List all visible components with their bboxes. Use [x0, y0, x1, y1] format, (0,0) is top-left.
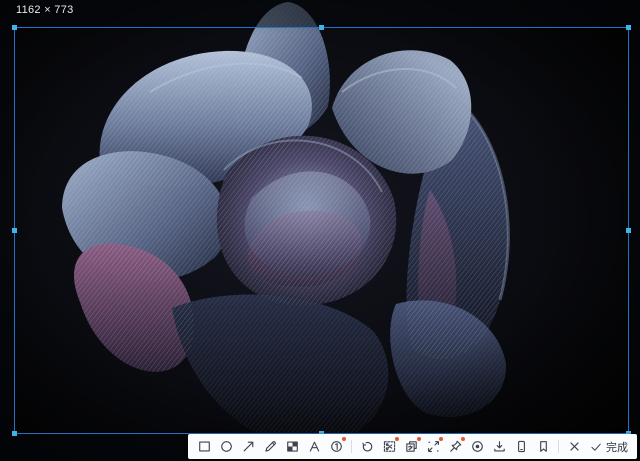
- close-icon: [567, 439, 582, 454]
- notification-badge: [417, 437, 421, 441]
- extract-text-ocr-button[interactable]: [423, 436, 443, 457]
- arrow-icon: [241, 439, 256, 454]
- notification-badge: [342, 437, 346, 441]
- check-icon: [589, 440, 603, 454]
- toolbar-separator: [558, 440, 559, 453]
- screenshot-overlay: 1162 × 773: [0, 0, 640, 461]
- screen-record-crop-button[interactable]: [379, 436, 399, 457]
- bookmark-icon: [536, 439, 551, 454]
- selection-handle-top-right[interactable]: [626, 25, 631, 30]
- selection-region[interactable]: [14, 27, 629, 434]
- done-button-label: 完成: [606, 439, 628, 455]
- scissors-frame-icon: [382, 439, 397, 454]
- pin-to-screen-button[interactable]: [445, 436, 465, 457]
- selection-handle-top-center[interactable]: [319, 25, 324, 30]
- number-badge-icon: [329, 439, 344, 454]
- notification-badge: [439, 437, 443, 441]
- done-button[interactable]: 完成: [586, 436, 631, 457]
- ellipse-icon: [219, 439, 234, 454]
- text-tool-button[interactable]: [304, 436, 324, 457]
- undo-button[interactable]: [357, 436, 377, 457]
- selection-size-label: 1162 × 773: [16, 4, 74, 16]
- mosaic-tool-button[interactable]: [282, 436, 302, 457]
- selection-handle-top-left[interactable]: [12, 25, 17, 30]
- text-icon: [307, 439, 322, 454]
- mosaic-icon: [285, 439, 300, 454]
- undo-icon: [360, 439, 375, 454]
- download-icon: [492, 439, 507, 454]
- pencil-icon: [263, 439, 278, 454]
- rectangle-tool-button[interactable]: [194, 436, 214, 457]
- toolbar-separator: [351, 440, 352, 453]
- phone-icon: [514, 439, 529, 454]
- pencil-tool-button[interactable]: [260, 436, 280, 457]
- cancel-button[interactable]: [564, 436, 584, 457]
- record-icon: [470, 439, 485, 454]
- notification-badge: [395, 437, 399, 441]
- translate-icon: [404, 439, 419, 454]
- record-button[interactable]: [467, 436, 487, 457]
- ellipse-tool-button[interactable]: [216, 436, 236, 457]
- rectangle-icon: [197, 439, 212, 454]
- arrow-tool-button[interactable]: [238, 436, 258, 457]
- selection-handle-middle-left[interactable]: [12, 228, 17, 233]
- selection-handle-bottom-left[interactable]: [12, 431, 17, 436]
- annotation-toolbar: 完成: [188, 434, 637, 459]
- selection-handle-middle-right[interactable]: [626, 228, 631, 233]
- save-button[interactable]: [489, 436, 509, 457]
- number-step-tool-button[interactable]: [326, 436, 346, 457]
- send-to-phone-button[interactable]: [511, 436, 531, 457]
- favorite-button[interactable]: [533, 436, 553, 457]
- translate-button[interactable]: [401, 436, 421, 457]
- notification-badge: [461, 437, 465, 441]
- expand-arrows-icon: [426, 439, 441, 454]
- pushpin-icon: [448, 439, 463, 454]
